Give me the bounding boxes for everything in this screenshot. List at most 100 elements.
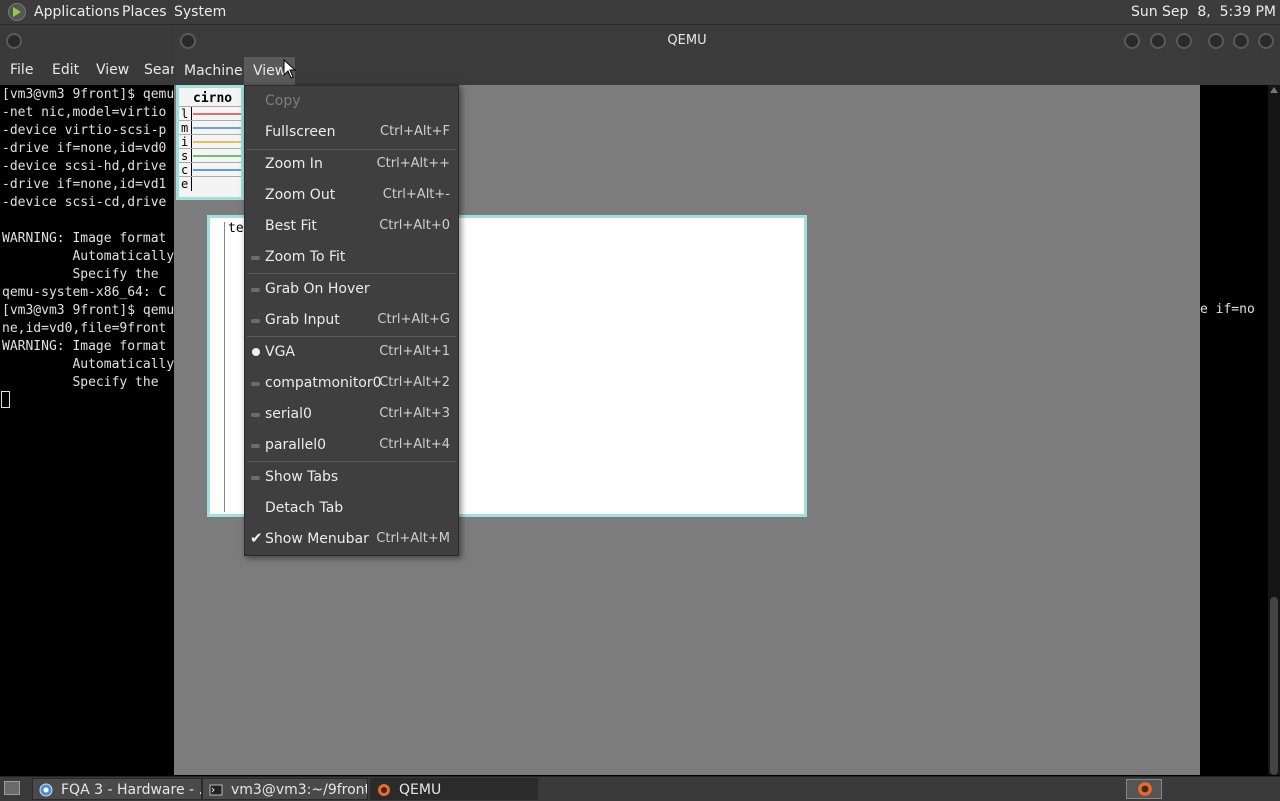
menu-item-shortcut: Ctrl+Alt++ bbox=[376, 156, 450, 171]
stat-graph bbox=[193, 155, 241, 157]
qemu-titlebar[interactable]: QEMU bbox=[174, 25, 1200, 57]
workspace-switcher[interactable] bbox=[1126, 779, 1162, 799]
terminal-line: Automatically bbox=[2, 357, 175, 372]
close-icon[interactable] bbox=[1176, 33, 1192, 49]
system-menu[interactable]: System bbox=[174, 4, 226, 20]
task-qemu[interactable]: QEMU bbox=[370, 778, 538, 800]
menu-item-label: VGA bbox=[265, 344, 296, 360]
menu-item-shortcut: Ctrl+Alt+- bbox=[382, 187, 450, 202]
view-dropdown-menu: Copy Fullscreen Ctrl+Alt+F Zoom In Ctrl+… bbox=[244, 85, 459, 556]
terminal-menu-edit[interactable]: Edit bbox=[52, 62, 79, 78]
menu-item-label: Best Fit bbox=[265, 218, 317, 234]
stat-letter: c bbox=[181, 163, 192, 177]
menu-item-label: Copy bbox=[265, 93, 301, 109]
stat-row: s bbox=[179, 148, 241, 163]
task-terminal[interactable]: vm3@vm3:~/9front bbox=[202, 778, 368, 800]
stat-graph bbox=[193, 141, 241, 143]
terminal-line: -device scsi-cd,drive bbox=[2, 195, 167, 210]
maximize-icon[interactable] bbox=[1150, 33, 1166, 49]
minimize-icon[interactable] bbox=[1124, 33, 1140, 49]
terminal-output-fragment: e if=no bbox=[1200, 302, 1255, 317]
checkmark-icon: ✔ bbox=[250, 529, 263, 547]
radio-unselected-icon bbox=[251, 413, 260, 417]
terminal-line: -drive if=none,id=vd0 bbox=[2, 141, 167, 156]
menu-item-grab-on-hover[interactable]: Grab On Hover bbox=[245, 274, 458, 305]
menu-item-show-tabs[interactable]: Show Tabs bbox=[245, 462, 458, 493]
terminal-line: -drive if=none,id=vd1 bbox=[2, 177, 167, 192]
stat-graph bbox=[193, 169, 241, 171]
menu-item-zoom-out[interactable]: Zoom Out Ctrl+Alt+- bbox=[245, 180, 458, 211]
menu-item-copy[interactable]: Copy bbox=[245, 86, 458, 117]
qemu-menu-machine[interactable]: Machine bbox=[178, 57, 249, 85]
terminal-line: Automatically bbox=[2, 249, 175, 264]
guest-stats-window[interactable]: cirno l m i s c e bbox=[176, 85, 244, 200]
unchecked-toggle-icon bbox=[251, 288, 260, 292]
radio-unselected-icon bbox=[251, 444, 260, 448]
menu-item-label: Zoom Out bbox=[265, 187, 336, 203]
menu-item-label: Show Tabs bbox=[265, 469, 339, 485]
terminal-line: WARNING: Image format bbox=[2, 339, 167, 354]
menu-item-label: compatmonitor0 bbox=[265, 375, 382, 391]
menu-item-detach-tab[interactable]: Detach Tab bbox=[245, 493, 458, 524]
terminal-output[interactable]: [vm3@vm3 9front]$ qemu -net nic,model=vir… bbox=[2, 86, 176, 426]
panel-clock[interactable]: Sun Sep 8, 5:39 PM bbox=[1131, 4, 1276, 20]
scroll-up-arrow-icon[interactable] bbox=[1270, 87, 1278, 93]
browser-icon bbox=[39, 783, 53, 797]
menu-item-shortcut: Ctrl+Alt+2 bbox=[379, 375, 450, 390]
stat-letter: s bbox=[181, 149, 192, 163]
menu-item-parallel0[interactable]: parallel0 Ctrl+Alt+4 bbox=[245, 430, 458, 461]
terminal-menu-file[interactable]: File bbox=[10, 62, 33, 78]
maximize-icon[interactable] bbox=[1233, 33, 1249, 49]
qemu-icon bbox=[378, 784, 390, 796]
stat-graph bbox=[193, 113, 241, 115]
distro-logo-icon[interactable] bbox=[8, 3, 26, 21]
terminal-scroll-thumb[interactable] bbox=[1270, 597, 1278, 775]
show-desktop-icon[interactable] bbox=[4, 781, 20, 795]
guest-scrollbar[interactable] bbox=[224, 222, 225, 512]
menu-item-best-fit[interactable]: Best Fit Ctrl+Alt+0 bbox=[245, 211, 458, 242]
unchecked-toggle-icon bbox=[251, 476, 260, 480]
unchecked-toggle-icon bbox=[251, 319, 260, 323]
terminal-menu-view[interactable]: View bbox=[96, 62, 129, 78]
guest-stats-title: cirno bbox=[193, 91, 233, 106]
menu-item-zoom-to-fit[interactable]: Zoom To Fit bbox=[245, 242, 458, 273]
task-label: FQA 3 - Hardware - ... bbox=[61, 782, 202, 798]
stat-letter: e bbox=[181, 177, 192, 191]
menu-item-serial0[interactable]: serial0 Ctrl+Alt+3 bbox=[245, 399, 458, 430]
menu-item-shortcut: Ctrl+Alt+G bbox=[377, 312, 450, 327]
applications-menu[interactable]: Applications bbox=[34, 4, 120, 20]
menu-item-fullscreen[interactable]: Fullscreen Ctrl+Alt+F bbox=[245, 117, 458, 148]
terminal-line: WARNING: Image format bbox=[2, 231, 167, 246]
window-menu-icon[interactable] bbox=[6, 33, 22, 49]
stat-row: e bbox=[179, 176, 241, 191]
task-label: vm3@vm3:~/9front bbox=[231, 782, 368, 798]
task-label: QEMU bbox=[399, 782, 442, 798]
stat-graph bbox=[193, 127, 241, 129]
menu-item-zoom-in[interactable]: Zoom In Ctrl+Alt++ bbox=[245, 149, 458, 180]
terminal-icon bbox=[209, 784, 223, 796]
terminal-line: Specify the bbox=[2, 267, 159, 282]
menu-item-vga[interactable]: VGA Ctrl+Alt+1 bbox=[245, 337, 458, 368]
terminal-line: -device scsi-hd,drive bbox=[2, 159, 167, 174]
terminal-line: -net nic,model=virtio bbox=[2, 105, 167, 120]
stat-row: m bbox=[179, 120, 241, 135]
task-browser[interactable]: FQA 3 - Hardware - ... bbox=[32, 778, 202, 800]
stat-letter: m bbox=[181, 121, 192, 135]
menu-item-grab-input[interactable]: Grab Input Ctrl+Alt+G bbox=[245, 305, 458, 336]
menu-item-show-menubar[interactable]: ✔ Show Menubar Ctrl+Alt+M bbox=[245, 524, 458, 555]
qemu-icon bbox=[1138, 782, 1152, 796]
menu-item-label: Grab Input bbox=[265, 312, 340, 328]
stat-letter: i bbox=[181, 135, 192, 149]
minimize-icon[interactable] bbox=[1208, 33, 1224, 49]
menu-item-label: serial0 bbox=[265, 406, 312, 422]
menu-item-shortcut: Ctrl+Alt+0 bbox=[379, 218, 450, 233]
stat-row: c bbox=[179, 162, 241, 177]
stat-letter: l bbox=[181, 107, 192, 121]
menu-item-shortcut: Ctrl+Alt+1 bbox=[379, 344, 450, 359]
radio-selected-icon bbox=[252, 348, 260, 356]
close-icon[interactable] bbox=[1258, 33, 1274, 49]
places-menu[interactable]: Places bbox=[122, 4, 167, 20]
unchecked-toggle-icon bbox=[251, 256, 260, 260]
menu-item-label: parallel0 bbox=[265, 437, 326, 453]
menu-item-compatmonitor0[interactable]: compatmonitor0 Ctrl+Alt+2 bbox=[245, 368, 458, 399]
